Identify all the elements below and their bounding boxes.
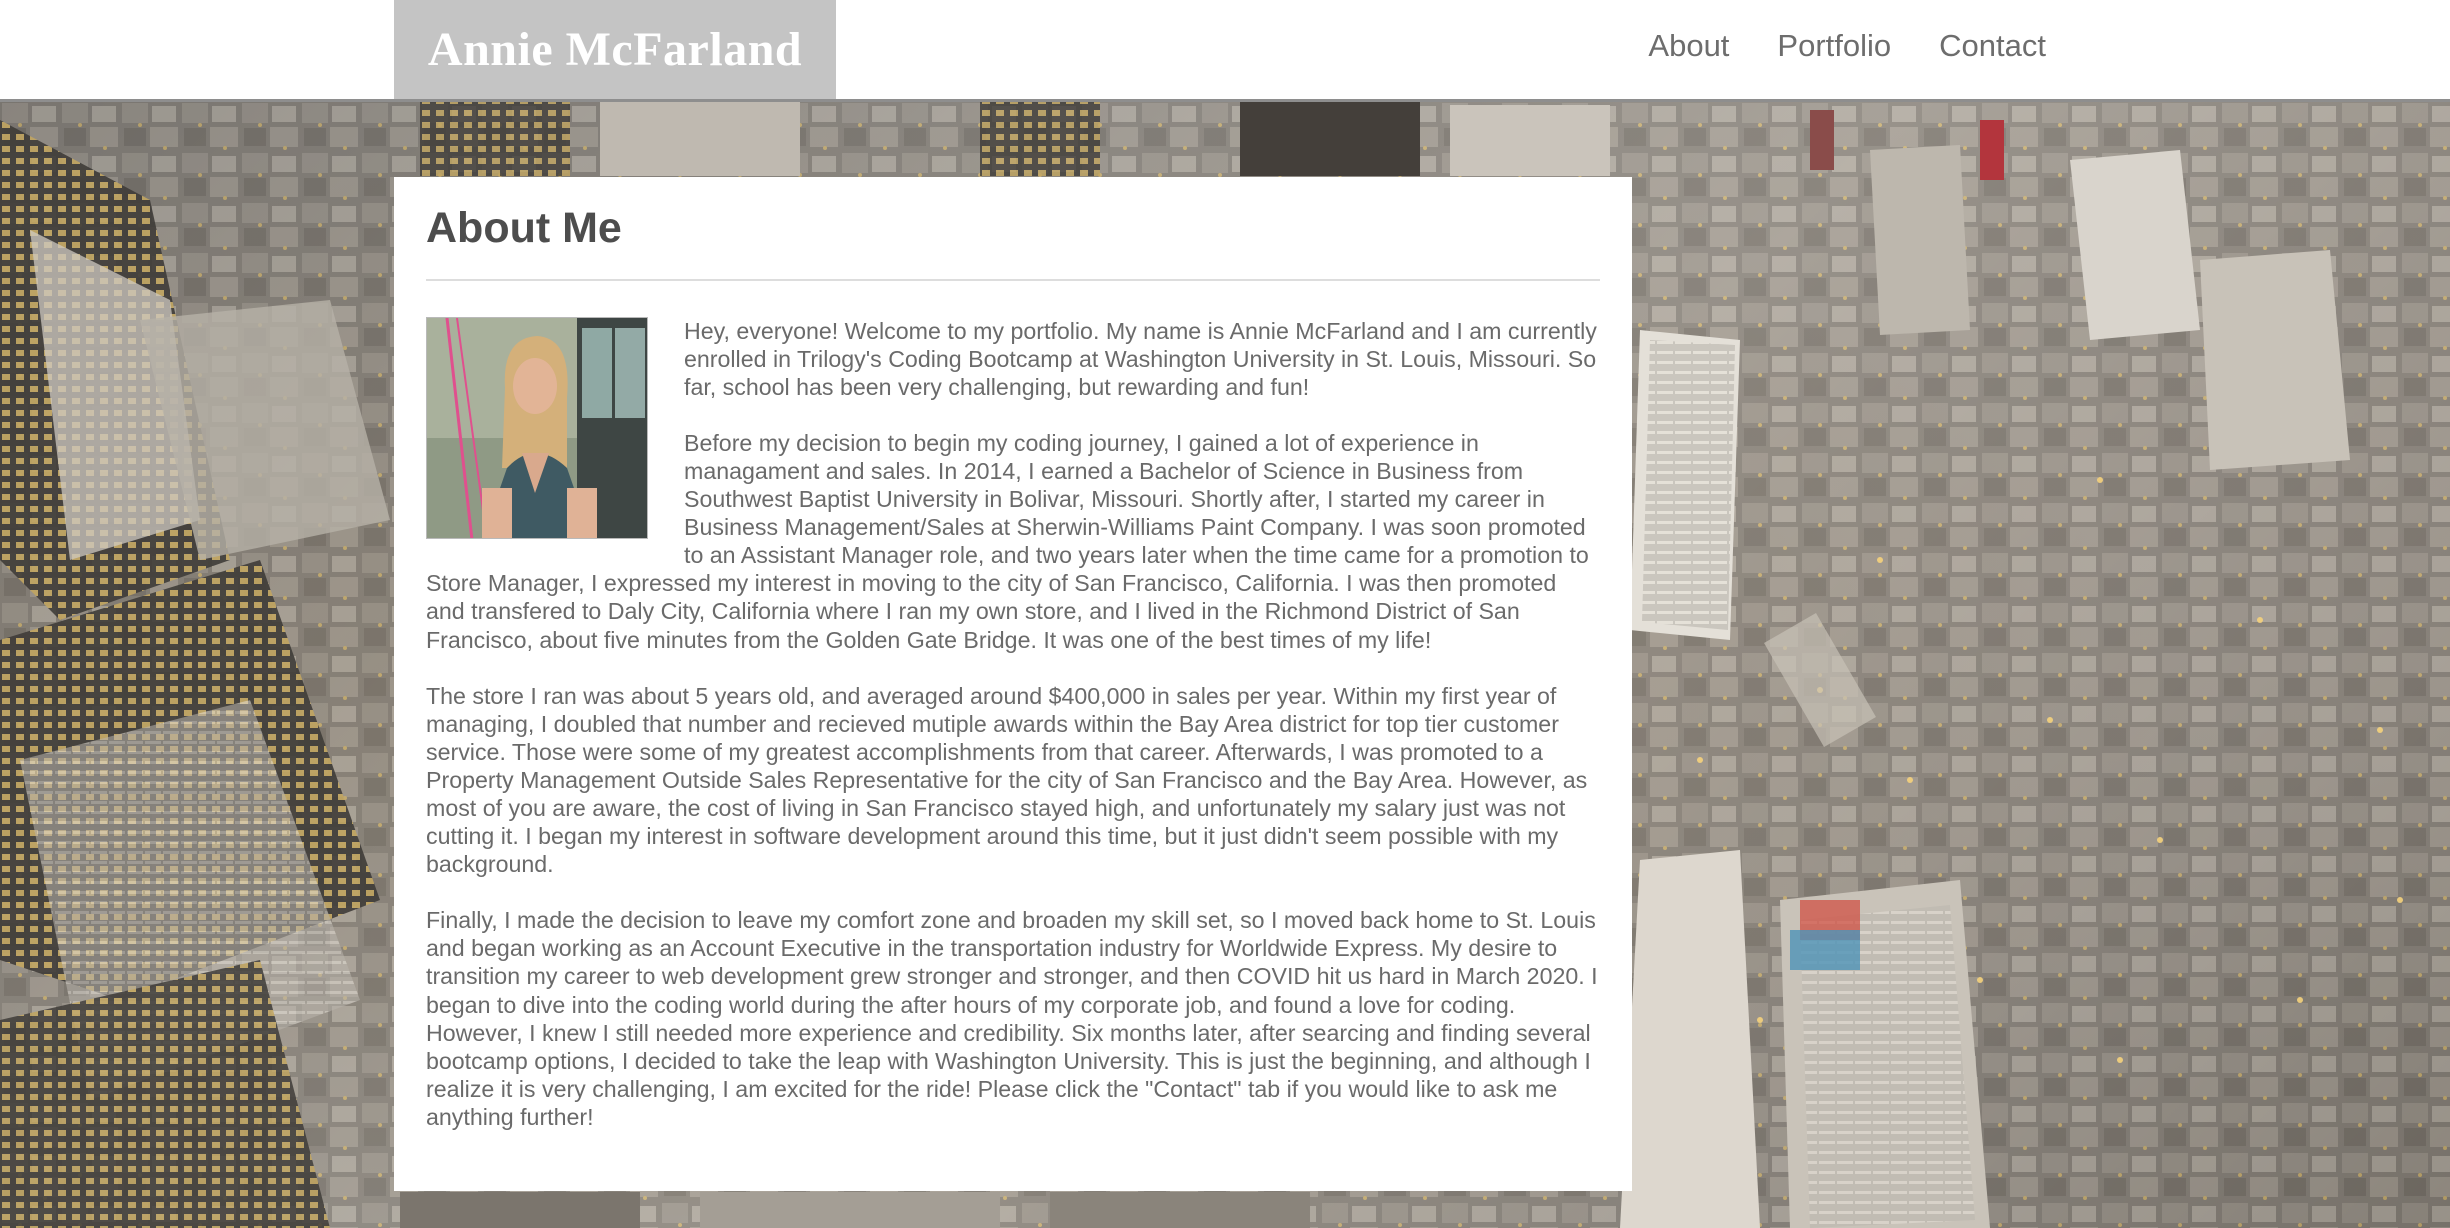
nav-link-contact[interactable]: Contact <box>1939 28 2046 64</box>
brand-name[interactable]: Annie McFarland <box>428 22 802 77</box>
profile-photo-illustration <box>427 317 647 538</box>
about-paragraph-3: The store I ran was about 5 years old, a… <box>426 682 1588 878</box>
page-title: About Me <box>426 204 622 252</box>
main-nav: About Portfolio Contact <box>1648 28 2046 64</box>
nav-link-about[interactable]: About <box>1648 28 1729 64</box>
title-divider <box>426 278 1600 281</box>
site-header: Annie McFarland About Portfolio Contact <box>0 0 2450 102</box>
nav-link-portfolio[interactable]: Portfolio <box>1777 28 1891 64</box>
about-card: About Me Hey, everyone! Welcome to my po… <box>394 177 1632 1191</box>
profile-photo <box>426 316 648 539</box>
brand-logo-block[interactable]: Annie McFarland <box>394 0 836 99</box>
about-paragraph-4: Finally, I made the decision to leave my… <box>426 907 1598 1130</box>
